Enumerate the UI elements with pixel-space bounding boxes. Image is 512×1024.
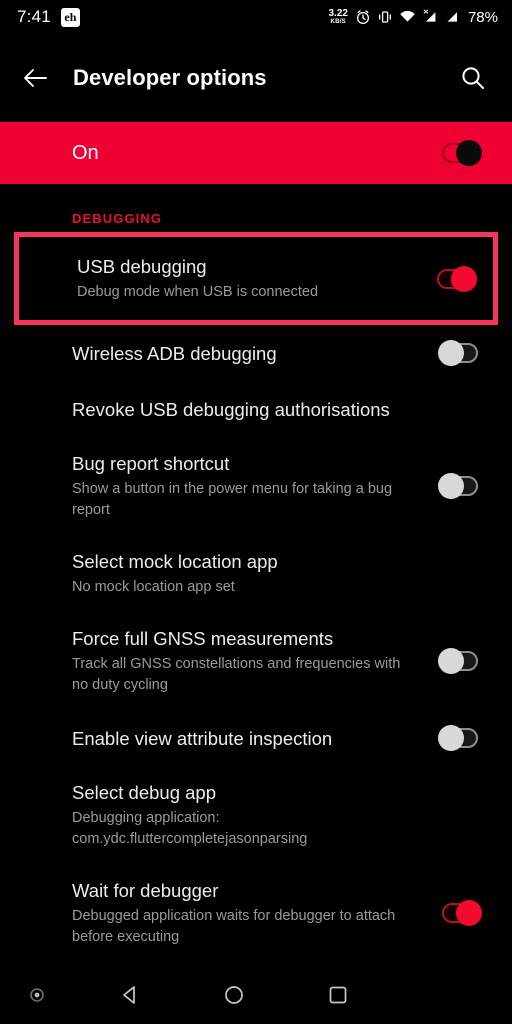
toggle-switch[interactable] [438,725,482,751]
settings-row[interactable]: USB debugging Debug mode when USB is conn… [14,232,498,325]
network-speed-unit: KB/S [330,19,346,25]
settings-row[interactable]: Enable view attribute inspection [0,710,512,766]
app-bar: Developer options [0,34,512,122]
battery-percent: 78% [467,8,498,26]
status-bar: 7:41 eh 3.22 KB/S 78% [0,0,512,34]
settings-row[interactable]: Select debug app Debugging application: c… [0,766,512,864]
settings-row-subtitle: No mock location app set [72,579,235,595]
settings-row-text: Select debug app Debugging application: c… [72,780,438,850]
settings-row-subtitle: Debugged application waits for debugger … [72,908,396,945]
recents-square-icon[interactable] [310,970,366,1020]
toggle-switch[interactable] [433,265,477,292]
settings-row-title: Select debug app [72,782,217,803]
settings-row[interactable]: Force full GNSS measurements Track all GN… [0,612,512,710]
settings-row[interactable]: Wait for debugger Debugged application wa… [0,864,512,962]
wifi-icon [400,10,415,22]
settings-row-control[interactable] [438,900,482,926]
settings-row-control[interactable] [438,648,482,674]
settings-row[interactable]: Select mock location app No mock location… [0,535,512,612]
settings-row-subtitle: Show a button in the power menu for taki… [72,481,393,518]
settings-row-title: Force full GNSS measurements [72,628,334,649]
toggle-thumb [451,265,477,292]
master-toggle-label: On [72,141,99,164]
home-circle-icon[interactable] [206,970,262,1020]
search-icon[interactable] [456,61,490,95]
settings-row-control[interactable] [433,265,477,292]
toggle-thumb [438,340,464,366]
toggle-switch[interactable] [438,340,482,366]
signal-no-service-icon [423,9,436,22]
toggle-switch[interactable] [438,473,482,499]
settings-row-subtitle: Debug mode when USB is connected [77,284,319,300]
settings-row-text: Wireless ADB debugging [72,341,438,366]
settings-row-text: Select mock location app No mock location… [72,549,438,598]
settings-row[interactable]: Revoke USB debugging authorisations [0,381,512,437]
navigation-bar [0,965,512,1024]
settings-row-text: Revoke USB debugging authorisations [72,397,438,422]
settings-row[interactable]: Wireless ADB debugging [0,325,512,381]
settings-row-title: Revoke USB debugging authorisations [72,398,390,420]
toggle-switch[interactable] [438,648,482,674]
network-speed-indicator: 3.22 KB/S [328,8,348,26]
signal-icon [447,12,457,22]
toggle-thumb [438,648,464,674]
page-title: Developer options [73,65,267,90]
toggle-thumb [456,140,482,166]
settings-row-title: Wireless ADB debugging [72,342,277,364]
section-header-debugging: DEBUGGING [72,211,163,226]
phone-screen: 7:41 eh 3.22 KB/S 78% Developer options … [0,0,512,1024]
settings-row[interactable]: Bug report shortcut Show a button in the … [0,437,512,535]
vibrate-icon [379,11,391,23]
status-bar-clock: 7:41 [17,7,51,26]
settings-list: USB debugging Debug mode when USB is conn… [0,232,512,962]
toggle-switch[interactable] [438,900,482,926]
developer-options-master-banner[interactable]: On [0,122,512,184]
settings-row-title: Enable view attribute inspection [72,727,333,749]
status-bar-icons: 3.22 KB/S 78% [329,9,499,26]
settings-row-subtitle: Debugging application: com.ydc.flutterco… [72,810,308,847]
master-toggle-switch[interactable] [438,140,482,166]
settings-row-title: USB debugging [77,256,207,277]
settings-row-title: Bug report shortcut [72,453,230,474]
toggle-thumb [438,725,464,751]
settings-row-text: Wait for debugger Debugged application wa… [72,878,438,948]
toggle-thumb [438,473,464,499]
settings-row-control[interactable] [438,473,482,499]
settings-row-text: USB debugging Debug mode when USB is conn… [77,254,433,303]
status-bar-app-badge-icon: eh [60,7,80,27]
settings-row-text: Force full GNSS measurements Track all GN… [72,626,438,696]
settings-row-text: Bug report shortcut Show a button in the … [72,451,438,521]
network-speed-value: 3.22 [328,8,348,19]
settings-row-text: Enable view attribute inspection [72,726,438,751]
alarm-icon [356,10,370,25]
toggle-thumb [456,900,482,926]
back-triangle-icon[interactable] [102,970,158,1020]
settings-row-control[interactable] [438,725,482,751]
settings-row-subtitle: Track all GNSS constellations and freque… [72,656,401,693]
settings-row-control[interactable] [438,340,482,366]
back-arrow-icon[interactable] [18,61,52,95]
settings-row-title: Select mock location app [72,551,278,572]
settings-row-title: Wait for debugger [72,880,219,901]
record-dot-icon[interactable] [28,986,46,1004]
